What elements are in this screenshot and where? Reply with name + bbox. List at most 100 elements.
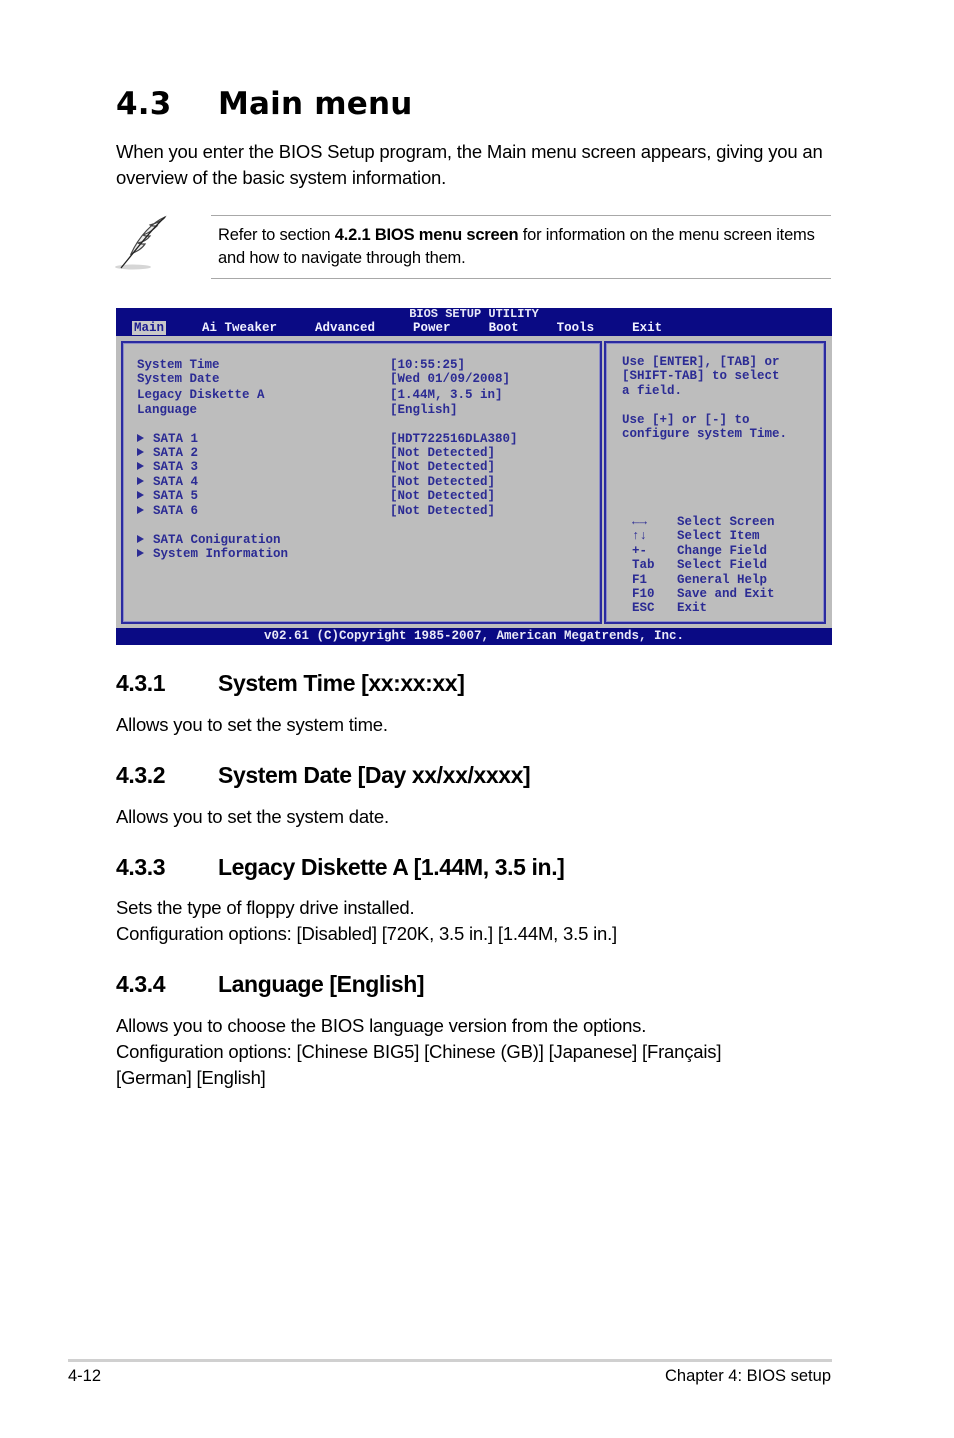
submenu-arrow-icon <box>137 477 144 485</box>
value-language[interactable]: [English] <box>390 403 458 418</box>
key-action-select-item: Select Item <box>677 529 760 543</box>
sata-3-value: [Not Detected] <box>390 460 496 474</box>
section-intro: When you enter the BIOS Setup program, t… <box>116 141 823 188</box>
submenu-label: SATA 6 <box>153 504 199 518</box>
submenu-arrow-icon <box>137 434 144 442</box>
subsection-heading-4-3-3: 4.3.3 Legacy Diskette A [1.44M, 3.5 in.] <box>116 854 565 881</box>
sata-2-value: [Not Detected] <box>390 446 496 460</box>
section-heading: 4.3 Main menu <box>116 86 413 122</box>
submenu-label: SATA Coniguration <box>153 533 281 547</box>
left-right-arrows-icon: ←→ <box>632 515 648 529</box>
value-legacy-diskette[interactable]: [1.44M, 3.5 in] <box>390 388 503 403</box>
subsection-number: 4.3.4 <box>116 971 166 997</box>
subsection-number: 4.3.1 <box>116 670 166 696</box>
note-divider-bottom <box>211 278 831 279</box>
bios-tab-advanced[interactable]: Advanced <box>313 321 377 335</box>
help-line-4: Use [+] or [-] to <box>622 413 750 427</box>
help-line-3: a field. <box>622 384 683 398</box>
submenu-arrow-icon <box>137 448 144 456</box>
bios-tab-tools[interactable]: Tools <box>555 321 597 335</box>
bios-tab-main[interactable]: Main <box>132 321 167 335</box>
bios-tab-boot[interactable]: Boot <box>487 321 521 335</box>
key-action-change-field: Change Field <box>677 544 768 558</box>
submenu-arrow-icon <box>137 506 144 514</box>
submenu-sata-configuration[interactable]: SATA Coniguration <box>137 533 281 548</box>
submenu-sata-2[interactable]: SATA 2 <box>137 446 198 461</box>
subsection-number: 4.3.2 <box>116 762 166 788</box>
key-tab: Tab <box>632 558 655 572</box>
key-action-general-help: General Help <box>677 573 768 587</box>
bios-title: BIOS SETUP UTILITY <box>409 307 539 321</box>
key-action-exit: Exit <box>677 601 708 615</box>
section-number: 4.3 <box>116 86 172 122</box>
key-f1: F1 <box>632 573 648 587</box>
value-system-time[interactable]: [10:55:25] <box>390 358 465 373</box>
setting-system-time[interactable]: System Time <box>137 358 220 373</box>
subsection-title: System Time [xx:xx:xx] <box>218 670 465 696</box>
key-f10: F10 <box>632 587 655 601</box>
submenu-label: System Information <box>153 547 289 561</box>
key-esc: ESC <box>632 601 655 615</box>
subsection-text: Configuration options: [Chinese BIG5] [C… <box>116 1041 722 1062</box>
submenu-label: SATA 2 <box>153 446 199 460</box>
subsection-text: Allows you to set the system time. <box>116 714 388 735</box>
subsection-number: 4.3.3 <box>116 854 166 880</box>
bios-tab-bar: Main Ai Tweaker Advanced Power Boot Tool… <box>132 321 698 335</box>
up-down-arrows-icon: ↑↓ <box>632 529 648 543</box>
submenu-sata-6[interactable]: SATA 6 <box>137 504 198 519</box>
bios-tab-power[interactable]: Power <box>411 321 453 335</box>
subsection-text: Configuration options: [Disabled] [720K,… <box>116 923 617 944</box>
setting-language[interactable]: Language <box>137 403 197 418</box>
submenu-sata-3[interactable]: SATA 3 <box>137 460 198 475</box>
subsection-heading-4-3-4: 4.3.4 Language [English] <box>116 971 425 998</box>
submenu-sata-1[interactable]: SATA 1 <box>137 432 198 447</box>
help-line-1: Use [ENTER], [TAB] or <box>622 355 780 369</box>
submenu-arrow-icon <box>137 462 144 470</box>
sata-6-value: [Not Detected] <box>390 504 496 518</box>
subsection-heading-4-3-1: 4.3.1 System Time [xx:xx:xx] <box>116 670 465 697</box>
setting-system-date[interactable]: System Date <box>137 372 220 387</box>
page-number: 4-12 <box>68 1367 102 1385</box>
submenu-label: SATA 1 <box>153 432 199 446</box>
footer-divider <box>68 1359 832 1362</box>
subsection-title: System Date [Day xx/xx/xxxx] <box>218 762 531 788</box>
setting-legacy-diskette[interactable]: Legacy Diskette A <box>137 388 265 403</box>
submenu-label: SATA 5 <box>153 489 199 503</box>
note-divider-top <box>211 215 831 216</box>
help-line-2: [SHIFT-TAB] to select <box>622 369 780 383</box>
bios-body: System Time System Date Legacy Diskette … <box>116 336 832 628</box>
key-action-select-field: Select Field <box>677 558 768 572</box>
subsection-text: Sets the type of floppy drive installed. <box>116 897 415 918</box>
key-action-save-exit: Save and Exit <box>677 587 775 601</box>
sata-4-value: [Not Detected] <box>390 475 496 489</box>
subsection-text: [German] [English] <box>116 1067 266 1088</box>
note-text: Refer to section 4.2.1 BIOS menu screen … <box>218 224 833 270</box>
subsection-title: Legacy Diskette A [1.44M, 3.5 in.] <box>218 854 565 880</box>
note-reference: 4.2.1 BIOS menu screen <box>334 226 519 244</box>
bios-tab-ai-tweaker[interactable]: Ai Tweaker <box>200 321 279 335</box>
sata-1-value: [HDT722516DLA380] <box>390 432 518 446</box>
subsection-text: Allows you to set the system date. <box>116 806 389 827</box>
bios-screen: BIOS SETUP UTILITY Main Ai Tweaker Advan… <box>116 308 832 645</box>
submenu-system-information[interactable]: System Information <box>137 547 288 562</box>
submenu-label: SATA 4 <box>153 475 199 489</box>
sata-5-value: [Not Detected] <box>390 489 496 503</box>
bios-copyright: v02.61 (C)Copyright 1985-2007, American … <box>263 629 685 643</box>
submenu-sata-4[interactable]: SATA 4 <box>137 475 198 490</box>
subsection-title: Language [English] <box>218 971 425 997</box>
help-line-5: configure system Time. <box>622 427 788 441</box>
quill-pen-icon <box>113 214 173 272</box>
chapter-label: Chapter 4: BIOS setup <box>664 1367 831 1385</box>
subsection-text: Allows you to choose the BIOS language v… <box>116 1015 647 1036</box>
key-plus-minus: +- <box>632 544 648 558</box>
submenu-label: SATA 3 <box>153 460 199 474</box>
value-system-date[interactable]: [Wed 01/09/2008] <box>390 372 510 387</box>
subsection-heading-4-3-2: 4.3.2 System Date [Day xx/xx/xxxx] <box>116 762 531 789</box>
bios-tab-exit[interactable]: Exit <box>630 321 664 335</box>
key-action-select-screen: Select Screen <box>677 515 775 529</box>
note-prefix: Refer to section <box>218 226 335 244</box>
submenu-sata-5[interactable]: SATA 5 <box>137 489 198 504</box>
submenu-arrow-icon <box>137 491 144 499</box>
section-title: Main menu <box>218 86 413 122</box>
submenu-arrow-icon <box>137 535 144 543</box>
